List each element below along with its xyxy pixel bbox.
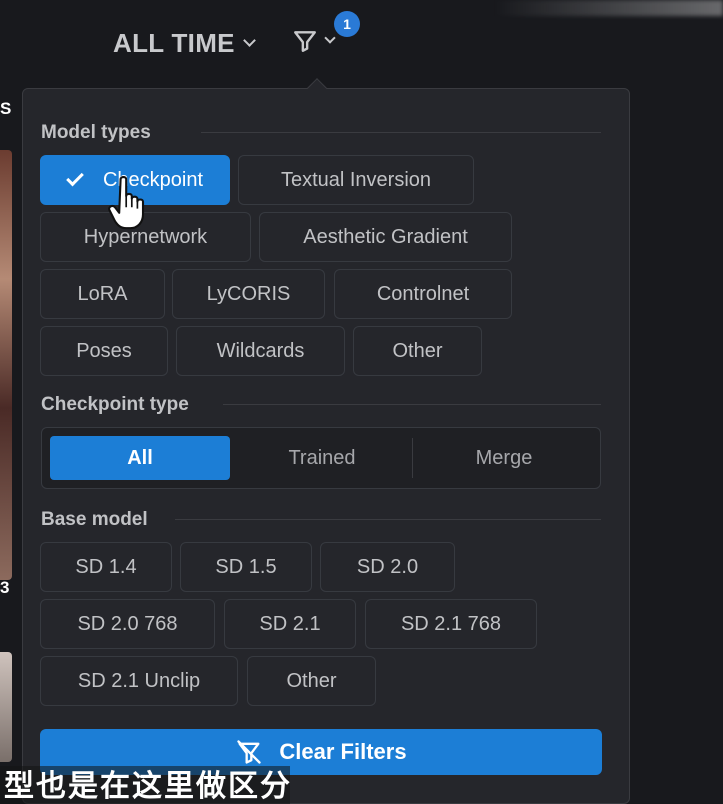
filter-icon <box>294 31 316 52</box>
chip-label: SD 1.5 <box>215 555 277 578</box>
chip-label: SD 1.4 <box>75 555 137 578</box>
checkpoint-type-option-merge[interactable]: Merge <box>414 436 594 480</box>
chip-label: SD 2.1 Unclip <box>77 669 201 692</box>
filter-off-icon <box>237 740 262 764</box>
chip-label: Other <box>392 339 443 362</box>
base-model-chip-sd-1-4[interactable]: SD 1.4 <box>40 542 172 592</box>
model-type-chip-lora[interactable]: LoRA <box>40 269 165 319</box>
period-sort-dropdown[interactable]: ALL TIME <box>113 28 256 59</box>
section-divider <box>223 404 601 405</box>
chip-label: SD 2.0 768 <box>77 612 178 635</box>
chip-label: Poses <box>76 339 132 362</box>
chip-label: SD 2.0 <box>356 555 419 578</box>
chip-label: Other <box>286 669 337 692</box>
check-icon <box>66 168 84 186</box>
chip-label: LoRA <box>77 282 128 305</box>
checkpoint-type-title: Checkpoint type <box>41 394 189 415</box>
model-type-chip-poses[interactable]: Poses <box>40 326 168 376</box>
screen: S 3 ALL TIME 1 Model types Checkpoint Te… <box>0 0 723 804</box>
model-type-chip-other[interactable]: Other <box>353 326 482 376</box>
chevron-down-icon <box>324 32 336 44</box>
chip-label: Aesthetic Gradient <box>303 225 468 248</box>
checkpoint-type-option-trained[interactable]: Trained <box>232 436 412 480</box>
model-type-chip-controlnet[interactable]: Controlnet <box>334 269 512 319</box>
chip-label: Wildcards <box>216 339 305 362</box>
section-divider <box>201 132 601 133</box>
background-blur <box>493 0 723 16</box>
clear-filters-label: Clear Filters <box>279 739 407 764</box>
chip-label: SD 2.1 <box>259 612 321 635</box>
background-text-fragment: 3 <box>0 578 10 597</box>
background-thumbnail[interactable] <box>0 150 12 580</box>
segment-divider <box>412 438 413 478</box>
background-thumbnail[interactable] <box>0 652 12 762</box>
checkpoint-type-option-all[interactable]: All <box>50 436 230 480</box>
base-model-chip-sd-2-1-unclip[interactable]: SD 2.1 Unclip <box>40 656 238 706</box>
period-sort-label: ALL TIME <box>113 28 235 58</box>
base-model-chip-other[interactable]: Other <box>247 656 376 706</box>
section-divider <box>175 519 601 520</box>
hand-cursor-icon <box>108 176 145 230</box>
base-model-chip-sd-2-1-768[interactable]: SD 2.1 768 <box>365 599 537 649</box>
model-type-chip-lycoris[interactable]: LyCORIS <box>172 269 325 319</box>
chip-label: SD 2.1 768 <box>400 612 502 635</box>
chip-label: Controlnet <box>376 282 470 305</box>
video-subtitle: 型也是在这里做区分 <box>0 766 290 804</box>
model-type-chip-textual-inversion[interactable]: Textual Inversion <box>238 155 474 205</box>
base-model-chip-sd-2-1[interactable]: SD 2.1 <box>224 599 356 649</box>
filter-toggle-button[interactable] <box>292 28 336 54</box>
filter-count-badge: 1 <box>334 11 360 37</box>
model-types-title: Model types <box>41 122 151 143</box>
base-model-title: Base model <box>41 509 148 530</box>
model-type-chip-aesthetic-gradient[interactable]: Aesthetic Gradient <box>259 212 512 262</box>
chevron-down-icon <box>242 34 256 47</box>
base-model-chip-sd-2-0-768[interactable]: SD 2.0 768 <box>40 599 215 649</box>
chip-label: LyCORIS <box>206 282 291 305</box>
model-type-chip-wildcards[interactable]: Wildcards <box>176 326 345 376</box>
checkpoint-type-segmented-control: All Trained Merge <box>41 427 601 489</box>
base-model-chip-sd-1-5[interactable]: SD 1.5 <box>180 542 312 592</box>
background-text-fragment: S <box>0 99 12 118</box>
chip-label: Textual Inversion <box>280 168 432 191</box>
base-model-chip-sd-2-0[interactable]: SD 2.0 <box>320 542 455 592</box>
